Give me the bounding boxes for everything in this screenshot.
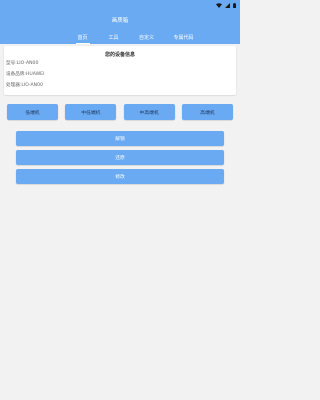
signal-icon [225,2,230,8]
low-end-button[interactable]: 低端机 [7,104,58,120]
status-bar [0,0,240,10]
tab-tools[interactable]: 工具 [101,30,127,44]
app-title: 画质箱 [111,18,129,24]
battery-icon [233,2,236,8]
device-info-title: 您的设备信息 [104,52,135,58]
modify-button[interactable]: 修改 [16,169,224,184]
app-bar: 画质箱 [0,10,240,30]
performance-mode-row: 低端机 中低端机 中高端机 高端机 [7,104,233,120]
tab-exclusive-code[interactable]: 专属代码 [167,30,201,44]
tab-bar: 首页 工具 自定义 专属代码 [0,30,240,44]
unlock-button[interactable]: 解锁 [16,131,224,146]
mid-high-end-button[interactable]: 中高端机 [123,104,175,120]
tab-custom[interactable]: 自定义 [132,30,162,44]
device-processor: 处理器:LIO-AN00 [6,83,43,88]
device-brand: 设备品牌:HUAWEI [6,72,45,77]
wifi-icon [216,2,222,8]
mid-low-end-button[interactable]: 中低端机 [65,104,117,120]
restore-button[interactable]: 还原 [16,150,224,165]
device-info-card: 您的设备信息 型号:LIO-AN00 设备品牌:HUAWEI 处理器:LIO-A… [4,46,236,95]
device-model: 型号:LIO-AN00 [6,61,39,66]
tab-home[interactable]: 首页 [70,30,96,44]
high-end-button[interactable]: 高端机 [181,104,233,120]
